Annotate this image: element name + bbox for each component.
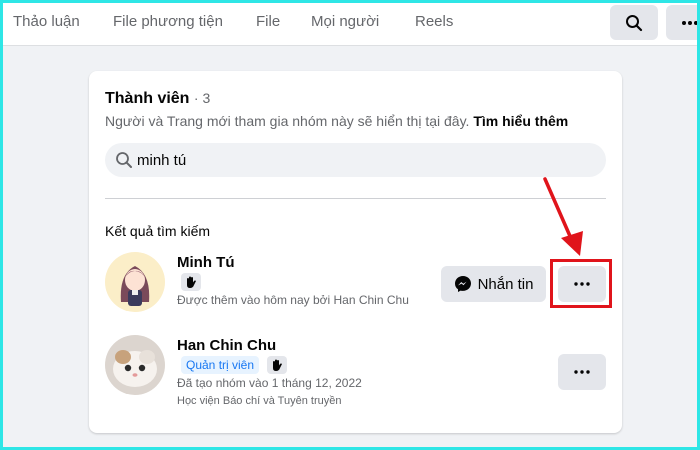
more-options-button[interactable]: [666, 5, 700, 40]
annotation-highlight-box: [550, 259, 612, 308]
wave-button[interactable]: [267, 356, 287, 374]
search-button[interactable]: [610, 5, 658, 40]
tab-media[interactable]: File phương tiện: [113, 13, 223, 30]
tab-people[interactable]: Mọi người: [311, 13, 379, 30]
learn-more-link[interactable]: Tìm hiểu thêm: [473, 113, 568, 129]
cat-avatar-image: [105, 335, 165, 395]
wave-hand-icon: [273, 359, 282, 371]
member-name[interactable]: Minh Tú: [177, 254, 234, 271]
members-title: Thành viên · 3: [105, 90, 210, 108]
more-icon: [682, 20, 698, 25]
wave-button[interactable]: [181, 273, 201, 291]
tab-reels[interactable]: Reels: [415, 13, 453, 30]
divider: [105, 198, 606, 199]
members-card: Thành viên · 3 Người và Trang mới tham g…: [89, 71, 622, 433]
member-search-input[interactable]: minh tú: [105, 143, 606, 177]
results-heading: Kết quả tìm kiếm: [105, 223, 211, 239]
search-icon: [626, 14, 643, 31]
members-count: · 3: [193, 90, 211, 106]
tab-discussion[interactable]: Thảo luận: [13, 13, 80, 30]
members-title-text: Thành viên: [105, 90, 190, 107]
group-tab-bar: Thảo luận File phương tiện File Mọi ngườ…: [0, 0, 700, 46]
messenger-icon: [454, 276, 471, 292]
message-button[interactable]: Nhắn tin: [441, 266, 546, 302]
more-icon: [574, 370, 590, 374]
message-button-label: Nhắn tin: [477, 275, 534, 293]
tab-files[interactable]: File: [256, 13, 280, 30]
admin-badge: Quản trị viên: [181, 356, 260, 374]
member-workplace: Học viện Báo chí và Tuyên truyền: [177, 395, 342, 407]
search-icon: [116, 152, 132, 168]
members-description: Người và Trang mới tham gia nhóm này sẽ …: [105, 113, 568, 129]
avatar[interactable]: [105, 252, 165, 312]
member-added-info: Được thêm vào hôm nay bởi Han Chin Chu: [177, 293, 409, 307]
member-created-info: Đã tạo nhóm vào 1 tháng 12, 2022: [177, 376, 362, 390]
search-query-text[interactable]: minh tú: [137, 152, 186, 169]
description-text: Người và Trang mới tham gia nhóm này sẽ …: [105, 113, 470, 129]
member-name[interactable]: Han Chin Chu: [177, 337, 276, 354]
member-options-button[interactable]: [558, 354, 606, 390]
avatar[interactable]: [105, 335, 165, 395]
wave-hand-icon: [187, 276, 196, 288]
anime-avatar-image: [105, 252, 165, 312]
